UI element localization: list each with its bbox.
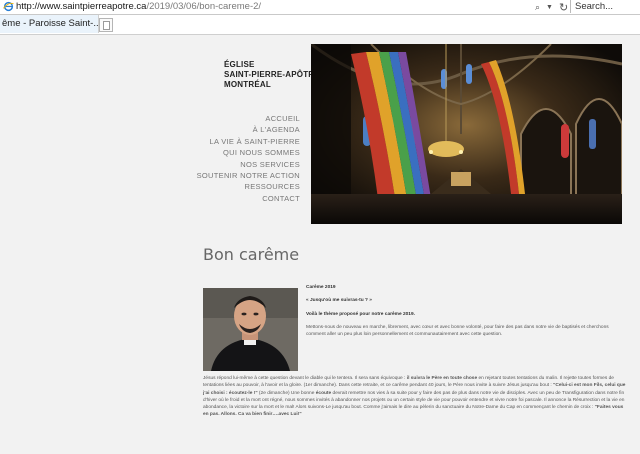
portrait-illustration xyxy=(203,288,298,371)
nav-item-soutenir[interactable]: SOUTENIR NOTRE ACTION xyxy=(197,170,300,181)
tab-bar: ême - Paroisse Saint-... xyxy=(0,15,640,35)
new-tab-button[interactable] xyxy=(99,18,113,32)
site-title-line2: SAINT-PIERRE-APÔTRE xyxy=(224,70,320,79)
nav-item-qui-nous-sommes[interactable]: QUI NOUS SOMMES xyxy=(197,147,300,158)
url-path: /2019/03/06/bon-careme-2/ xyxy=(146,1,262,12)
post-title: Bon carême xyxy=(203,245,300,264)
article-paragraph-2: Jésus répond lui-même à cette question d… xyxy=(203,376,626,418)
search-box[interactable]: Search... xyxy=(570,0,640,13)
browser-chrome: http://www.saintpierreapotre.ca/2019/03/… xyxy=(0,0,640,35)
nav-item-contact[interactable]: CONTACT xyxy=(197,193,300,204)
url-text[interactable]: http://www.saintpierreapotre.ca/2019/03/… xyxy=(16,0,261,14)
article-heading-careme: Carême 2019 xyxy=(306,285,336,290)
main-nav: ACCUEIL À L'AGENDA LA VIE À SAINT-PIERRE… xyxy=(197,113,300,204)
nav-item-services[interactable]: NOS SERVICES xyxy=(197,159,300,170)
nav-item-accueil[interactable]: ACCUEIL xyxy=(197,113,300,124)
site-title-line1: ÉGLISE xyxy=(224,60,255,69)
priest-portrait xyxy=(203,288,298,371)
article-body: Carême 2019 « Jusqu'où me suivras-tu ? »… xyxy=(306,284,628,344)
refresh-icon[interactable]: ↻ xyxy=(559,1,568,14)
search-icon[interactable]: ⌕ xyxy=(535,2,540,13)
nav-item-ressources[interactable]: RESSOURCES xyxy=(197,181,300,192)
site-title-line3: MONTRÉAL xyxy=(224,80,271,89)
address-buttons: ⌕ ▼ ↻ xyxy=(535,0,568,14)
ie-logo-icon xyxy=(3,1,14,12)
nav-item-vie[interactable]: LA VIE À SAINT-PIERRE xyxy=(197,136,300,147)
article-paragraph-1: Mettons-nous de nouveau en marche, libre… xyxy=(306,324,609,338)
search-placeholder: Search... xyxy=(575,1,614,12)
site-title[interactable]: ÉGLISE SAINT-PIERRE-APÔTRE MONTRÉAL xyxy=(224,60,320,90)
address-bar[interactable]: http://www.saintpierreapotre.ca/2019/03/… xyxy=(0,0,640,15)
chevron-down-icon[interactable]: ▼ xyxy=(546,4,553,11)
active-tab[interactable]: ême - Paroisse Saint-... xyxy=(0,15,99,33)
church-interior-illustration xyxy=(311,44,622,224)
url-domain: http://www.saintpierreapotre.ca xyxy=(16,1,147,12)
article-theme-question: « Jusqu'où me suivras-tu ? » xyxy=(306,298,372,304)
hero-church-image xyxy=(311,44,622,224)
article-theme-intro: Voilà le thème proposé pour notre carême… xyxy=(306,311,415,317)
nav-item-agenda[interactable]: À L'AGENDA xyxy=(197,124,300,135)
article-body-lower: Jésus répond lui-même à cette question d… xyxy=(203,375,628,419)
